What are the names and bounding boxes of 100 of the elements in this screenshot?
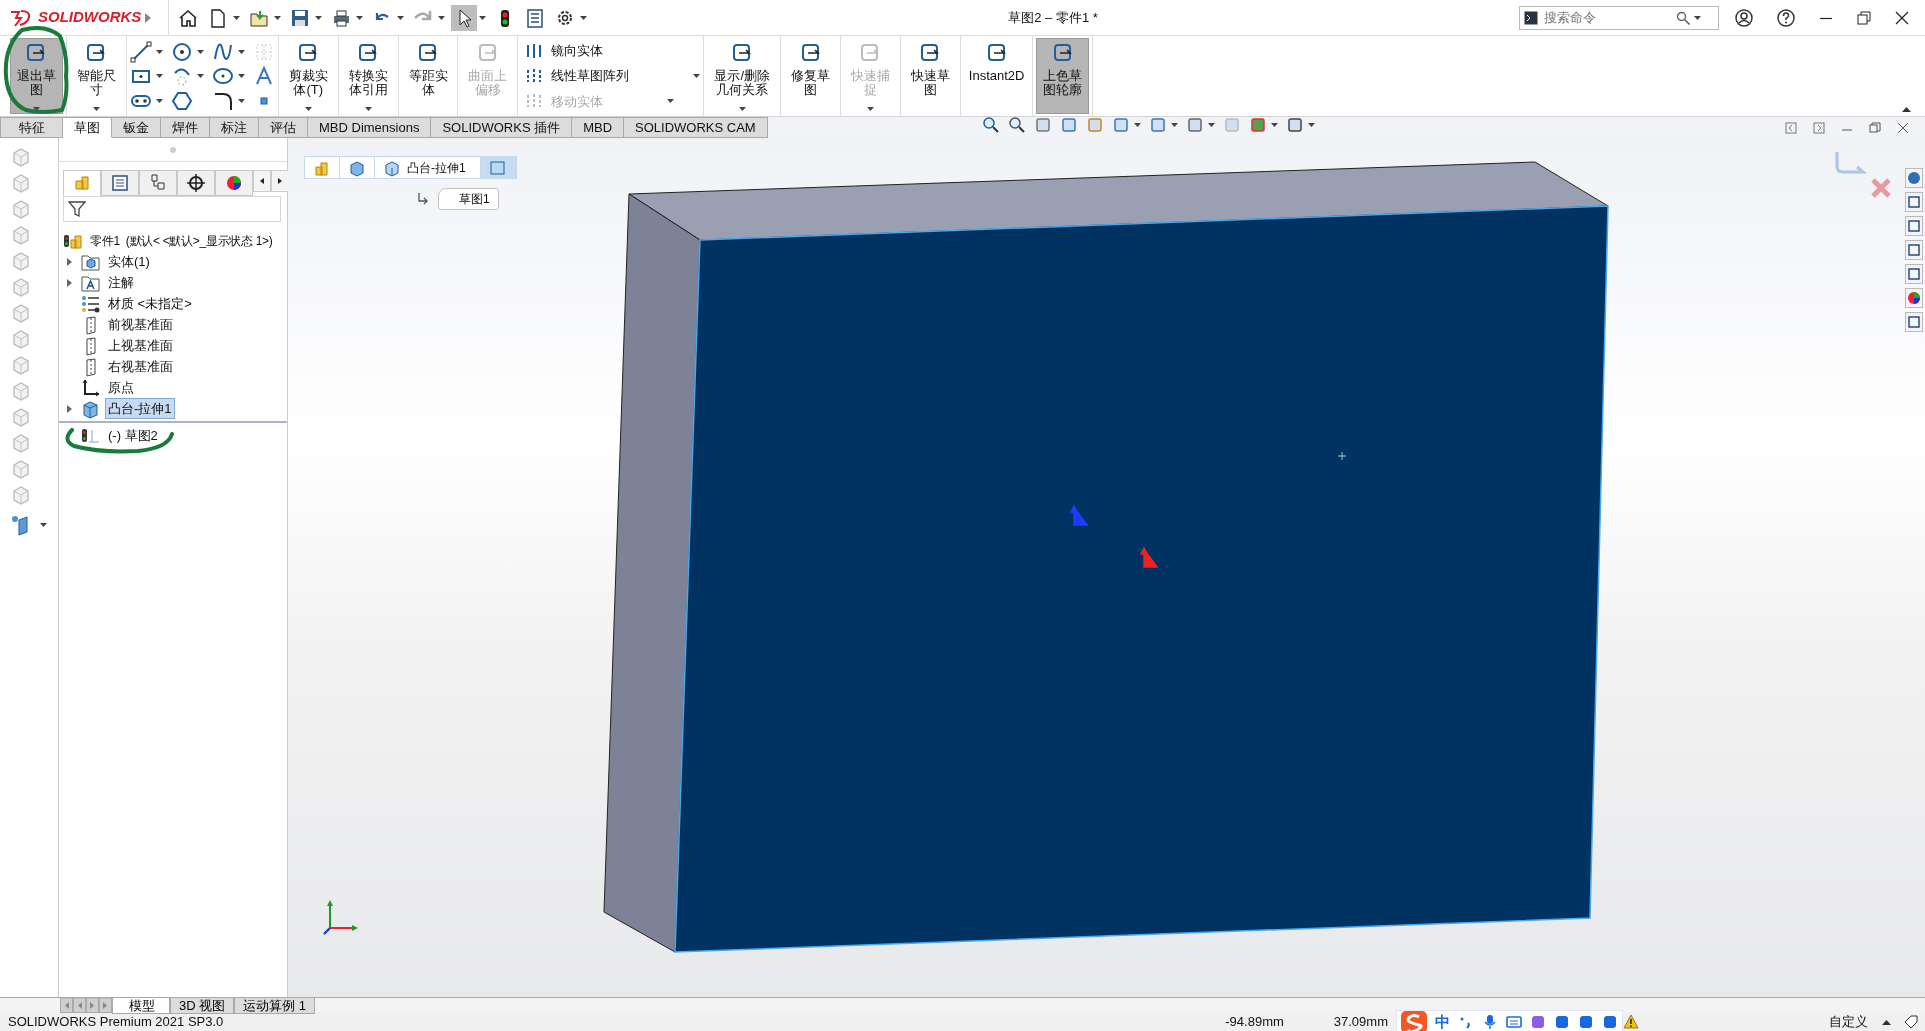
search-icon[interactable] xyxy=(1676,10,1690,25)
caret-icon[interactable] xyxy=(580,15,587,20)
ribbon-button[interactable]: 等距实体 xyxy=(401,38,455,114)
tile-right-icon[interactable] xyxy=(1813,122,1825,134)
caret-icon[interactable] xyxy=(1208,123,1215,127)
ribbon-tab[interactable]: 评估 xyxy=(259,117,308,138)
caret-icon[interactable] xyxy=(155,74,163,78)
breadcrumb-label[interactable]: 凸台-拉伸1 xyxy=(401,158,472,177)
caret-icon[interactable] xyxy=(397,15,404,20)
units-selector[interactable]: 自定义 xyxy=(1829,1013,1868,1031)
user-icon[interactable] xyxy=(1735,8,1753,27)
caret-icon[interactable] xyxy=(196,74,204,78)
caret-icon[interactable] xyxy=(364,107,372,111)
expand-arrow-icon[interactable] xyxy=(67,257,72,266)
pointer-icon[interactable] xyxy=(453,6,475,29)
close-icon[interactable] xyxy=(1897,122,1909,134)
caret-icon[interactable] xyxy=(1171,123,1178,127)
search-field[interactable]: 搜索命令 xyxy=(1542,6,1672,29)
microphone-icon[interactable] xyxy=(1482,1014,1498,1030)
caret-icon[interactable] xyxy=(40,523,47,527)
tree-item[interactable]: 凸台-拉伸1 xyxy=(105,397,175,420)
breadcrumb-label[interactable]: 草图1 xyxy=(438,188,499,210)
ribbon-button[interactable]: 修复草图 xyxy=(784,38,838,114)
ribbon-tab[interactable]: MBD Dimensions xyxy=(308,117,432,138)
zoom-area-icon[interactable] xyxy=(1008,116,1026,134)
caret-icon[interactable] xyxy=(92,107,100,111)
ribbon-tab[interactable]: 焊件 xyxy=(161,117,210,138)
ellipse-icon[interactable] xyxy=(211,65,234,87)
tile-left-icon[interactable] xyxy=(1785,122,1797,134)
tree-item[interactable]: 实体(1) xyxy=(105,250,153,273)
tree-item[interactable]: 材质 <未指定> xyxy=(105,292,195,315)
tree-item[interactable]: 前视基准面 xyxy=(105,313,176,336)
gear-icon[interactable] xyxy=(1602,1014,1618,1030)
tree-item[interactable]: 右视基准面 xyxy=(105,355,176,378)
ribbon-tab[interactable]: SOLIDWORKS 插件 xyxy=(431,117,573,138)
ribbon-button[interactable]: 智能尺寸 xyxy=(69,38,123,114)
restore-icon[interactable] xyxy=(1869,122,1881,134)
caret-icon[interactable] xyxy=(155,49,163,54)
return-arrow-icon[interactable] xyxy=(416,192,430,206)
input-mode-toggle[interactable]: 中 xyxy=(1435,1013,1450,1031)
caret-icon[interactable] xyxy=(693,74,701,78)
caret-icon[interactable] xyxy=(1882,1019,1891,1025)
tree-item[interactable]: 原点 xyxy=(105,376,137,399)
caret-icon[interactable] xyxy=(274,15,281,20)
view-tab[interactable]: 运动算例 1 xyxy=(234,998,316,1014)
ribbon-button[interactable]: 剪裁实体(T) xyxy=(281,38,335,114)
ribbon-tab[interactable]: 特征 xyxy=(1,117,63,138)
ribbon-tab[interactable]: 钣金 xyxy=(112,117,161,138)
caret-icon[interactable] xyxy=(479,15,486,20)
scroll-right-icon[interactable] xyxy=(271,170,289,192)
caret-icon[interactable] xyxy=(237,49,245,54)
ribbon-button[interactable]: 快速草图 xyxy=(903,38,957,114)
expand-arrow-icon[interactable] xyxy=(145,12,152,23)
ribbon-tab[interactable]: 标注 xyxy=(210,117,259,138)
caret-icon[interactable] xyxy=(237,74,245,78)
search-box[interactable]: 搜索命令 xyxy=(1519,5,1719,30)
caret-icon[interactable] xyxy=(237,98,245,103)
ribbon-button[interactable]: 转换实体引用 xyxy=(341,38,395,114)
scroll-left-icon[interactable] xyxy=(253,170,271,192)
caret-icon[interactable] xyxy=(1902,107,1911,112)
polygon-icon[interactable] xyxy=(170,89,193,112)
rebuild-warning-icon[interactable] xyxy=(1623,1014,1639,1030)
tree-item[interactable]: 上视基准面 xyxy=(105,334,176,357)
caret-icon[interactable] xyxy=(356,15,363,20)
view-tab[interactable]: 模型 xyxy=(112,998,170,1014)
caret-icon[interactable] xyxy=(315,15,322,20)
filter-icon[interactable] xyxy=(68,200,86,218)
caret-icon[interactable] xyxy=(304,107,312,111)
caret-icon[interactable] xyxy=(155,98,163,103)
ribbon-tab[interactable]: 草图 xyxy=(63,117,112,138)
ribbon-button[interactable]: 线性草图阵列 xyxy=(521,64,634,88)
help-icon[interactable] xyxy=(1777,8,1795,27)
ribbon-tab[interactable]: MBD xyxy=(572,117,625,138)
input-method-logo-icon[interactable] xyxy=(1401,1011,1427,1031)
ribbon-button[interactable]: 上色草图轮廓 xyxy=(1036,38,1090,114)
line-icon[interactable] xyxy=(129,40,152,63)
caret-icon[interactable] xyxy=(1694,15,1701,20)
view-tab[interactable]: 3D 视图 xyxy=(170,998,235,1014)
caret-icon[interactable] xyxy=(196,49,204,54)
globe-icon[interactable] xyxy=(1905,168,1923,188)
tree-item[interactable]: 注解 xyxy=(105,271,137,294)
restore-icon[interactable] xyxy=(1857,10,1871,25)
caret-icon[interactable] xyxy=(1308,123,1315,127)
shirt-icon[interactable] xyxy=(1530,1014,1546,1030)
dimxpert-tab[interactable] xyxy=(177,170,215,196)
caret-icon[interactable] xyxy=(1271,123,1278,127)
color-wheel-icon[interactable] xyxy=(1905,288,1923,308)
tree-item[interactable]: 零件1 (默认< <默认>_显示状态 1>) xyxy=(87,230,276,251)
display-manager-tab[interactable] xyxy=(215,170,253,196)
expand-arrow-icon[interactable] xyxy=(67,278,72,287)
gamepad-icon[interactable] xyxy=(1554,1014,1570,1030)
caret-icon[interactable] xyxy=(738,107,746,111)
expand-arrow-icon[interactable] xyxy=(67,404,72,413)
ribbon-button[interactable]: 退出草图 xyxy=(10,38,63,114)
panel-handle-icon[interactable] xyxy=(169,145,177,154)
spline-icon[interactable] xyxy=(211,40,234,63)
property-manager-tab[interactable] xyxy=(101,170,139,196)
caret-icon[interactable] xyxy=(1134,123,1141,127)
close-icon[interactable] xyxy=(1895,10,1909,25)
apps-icon[interactable] xyxy=(1578,1014,1594,1030)
